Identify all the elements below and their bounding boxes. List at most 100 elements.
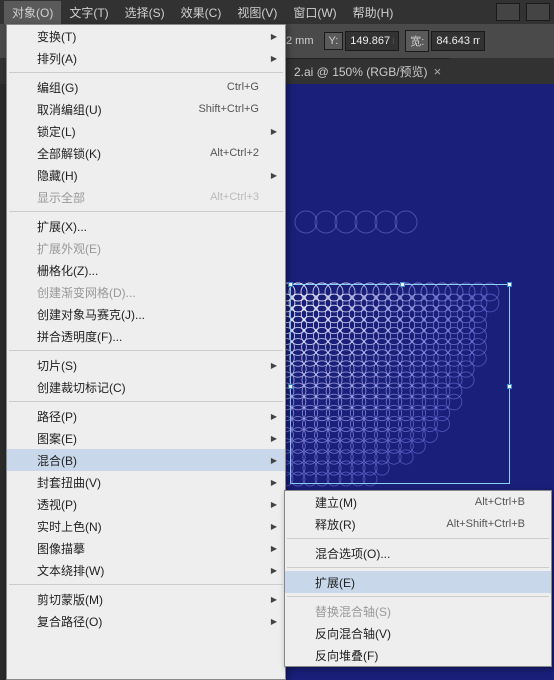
menu-item[interactable]: 变换(T) <box>7 25 285 47</box>
menu-label: 图案(E) <box>37 430 77 447</box>
menu-label: 剪切蒙版(M) <box>37 591 103 608</box>
x-suffix: 2 mm <box>286 35 314 47</box>
menu-item[interactable]: 实时上色(N) <box>7 515 285 537</box>
document-tab[interactable]: 2.ai @ 150% (RGB/预览) × <box>286 58 449 84</box>
menu-label: 替换混合轴(S) <box>315 603 391 620</box>
menu-label: 全部解锁(K) <box>37 145 101 162</box>
menu-item[interactable]: 全部解锁(K) Alt+Ctrl+2 <box>7 142 285 164</box>
menu-item[interactable]: 窗口(W) <box>285 1 344 24</box>
menu-label: 扩展(E) <box>315 574 355 591</box>
handle-icon[interactable] <box>507 384 512 389</box>
menu-label: 创建渐变网格(D)... <box>37 284 136 301</box>
menu-item[interactable]: 文本绕排(W) <box>7 559 285 581</box>
menu-label: 实时上色(N) <box>37 518 102 535</box>
menu-item[interactable]: 扩展(E) <box>285 571 551 593</box>
br-icon[interactable] <box>496 3 520 21</box>
separator <box>287 567 549 568</box>
y-input[interactable] <box>345 31 399 51</box>
menu-item[interactable]: 拼合透明度(F)... <box>7 325 285 347</box>
object-menu: 变换(T) 排列(A) 编组(G) Ctrl+G 取消编组(U) Shift+Ctrl+G… <box>6 24 286 680</box>
menu-label: 建立(M) <box>315 494 357 511</box>
menu-item: 显示全部Alt+Ctrl+3 <box>7 186 285 208</box>
handle-icon[interactable] <box>288 384 293 389</box>
handle-icon[interactable] <box>507 282 512 287</box>
menu-label: 混合(B) <box>37 452 77 469</box>
blend-submenu: 建立(M)Alt+Ctrl+B释放(R)Alt+Shift+Ctrl+B 混合选项… <box>284 490 552 667</box>
handle-icon[interactable] <box>400 282 405 287</box>
menu-label: 切片(S) <box>37 357 77 374</box>
separator <box>287 538 549 539</box>
menu-item[interactable]: 编组(G) Ctrl+G <box>7 76 285 98</box>
menu-item[interactable]: 路径(P) <box>7 405 285 427</box>
menu-item[interactable]: 剪切蒙版(M) <box>7 588 285 610</box>
menu-label: 图像描摹 <box>37 540 85 557</box>
separator <box>287 596 549 597</box>
menu-item: 替换混合轴(S) <box>285 600 551 622</box>
w-label: 宽: <box>405 30 429 52</box>
menu-label: 创建对象马赛克(J)... <box>37 306 145 323</box>
menu-label: 拼合透明度(F)... <box>37 328 122 345</box>
workspace-switcher-icon[interactable] <box>526 3 550 21</box>
menu-item[interactable]: 扩展(X)... <box>7 215 285 237</box>
menu-label: 编组(G) <box>37 79 78 96</box>
shortcut: Ctrl+G <box>227 81 259 93</box>
menu-label: 取消编组(U) <box>37 101 102 118</box>
close-icon[interactable]: × <box>434 64 442 79</box>
menu-item[interactable]: 效果(C) <box>173 1 230 24</box>
menu-item[interactable]: 反向堆叠(F) <box>285 644 551 666</box>
menu-item[interactable]: 视图(V) <box>229 1 285 24</box>
menu-label: 排列(A) <box>37 50 77 67</box>
y-label: Y: <box>324 32 344 50</box>
menu-item[interactable]: 排列(A) <box>7 47 285 69</box>
menu-item[interactable]: 取消编组(U) Shift+Ctrl+G <box>7 98 285 120</box>
handle-icon[interactable] <box>288 282 293 287</box>
menu-item[interactable]: 透视(P) <box>7 493 285 515</box>
menubar-tools <box>496 3 550 21</box>
separator <box>9 72 283 73</box>
shortcut: Shift+Ctrl+G <box>198 103 259 115</box>
menu-item[interactable]: 释放(R)Alt+Shift+Ctrl+B <box>285 513 551 535</box>
menu-label: 扩展外观(E) <box>37 240 101 257</box>
menu-item[interactable]: 封套扭曲(V) <box>7 471 285 493</box>
menu-label: 路径(P) <box>37 408 77 425</box>
menu-item[interactable]: 建立(M)Alt+Ctrl+B <box>285 491 551 513</box>
menu-item[interactable]: 创建裁切标记(C) <box>7 376 285 398</box>
menu-label: 封套扭曲(V) <box>37 474 101 491</box>
menubar: 对象(O)文字(T)选择(S)效果(C)视图(V)窗口(W)帮助(H) <box>0 0 554 24</box>
menu-item[interactable]: 帮助(H) <box>345 1 402 24</box>
menu-label: 混合选项(O)... <box>315 545 390 562</box>
tab-label: 2.ai @ 150% (RGB/预览) <box>294 63 428 80</box>
menu-item[interactable]: 切片(S) <box>7 354 285 376</box>
menu-label: 变换(T) <box>37 28 76 45</box>
menu-label: 反向混合轴(V) <box>315 625 391 642</box>
menu-item: 创建渐变网格(D)... <box>7 281 285 303</box>
separator <box>9 584 283 585</box>
menu-label: 反向堆叠(F) <box>315 647 378 664</box>
menu-item[interactable]: 文字(T) <box>61 1 116 24</box>
menu-label: 栅格化(Z)... <box>37 262 98 279</box>
menu-item[interactable]: 创建对象马赛克(J)... <box>7 303 285 325</box>
shortcut: Alt+Shift+Ctrl+B <box>446 518 525 530</box>
menu-item: 扩展外观(E) <box>7 237 285 259</box>
menu-item[interactable]: 隐藏(H) <box>7 164 285 186</box>
menu-item[interactable]: 图案(E) <box>7 427 285 449</box>
menu-item[interactable]: 图像描摹 <box>7 537 285 559</box>
menu-label: 锁定(L) <box>37 123 76 140</box>
menu-label: 文本绕排(W) <box>37 562 104 579</box>
menu-item[interactable]: 混合(B) <box>7 449 285 471</box>
menu-label: 创建裁切标记(C) <box>37 379 126 396</box>
shortcut: Alt+Ctrl+3 <box>210 191 259 203</box>
menu-label: 复合路径(O) <box>37 613 102 630</box>
menu-item[interactable]: 栅格化(Z)... <box>7 259 285 281</box>
menu-item[interactable]: 对象(O) <box>4 1 61 24</box>
menu-item[interactable]: 复合路径(O) <box>7 610 285 632</box>
menu-item[interactable]: 反向混合轴(V) <box>285 622 551 644</box>
menu-label: 隐藏(H) <box>37 167 78 184</box>
shortcut: Alt+Ctrl+2 <box>210 147 259 159</box>
menu-item[interactable]: 选择(S) <box>117 1 173 24</box>
w-input[interactable] <box>431 31 485 51</box>
selection-box <box>290 284 510 484</box>
menu-item[interactable]: 混合选项(O)... <box>285 542 551 564</box>
menu-item[interactable]: 锁定(L) <box>7 120 285 142</box>
separator <box>9 350 283 351</box>
